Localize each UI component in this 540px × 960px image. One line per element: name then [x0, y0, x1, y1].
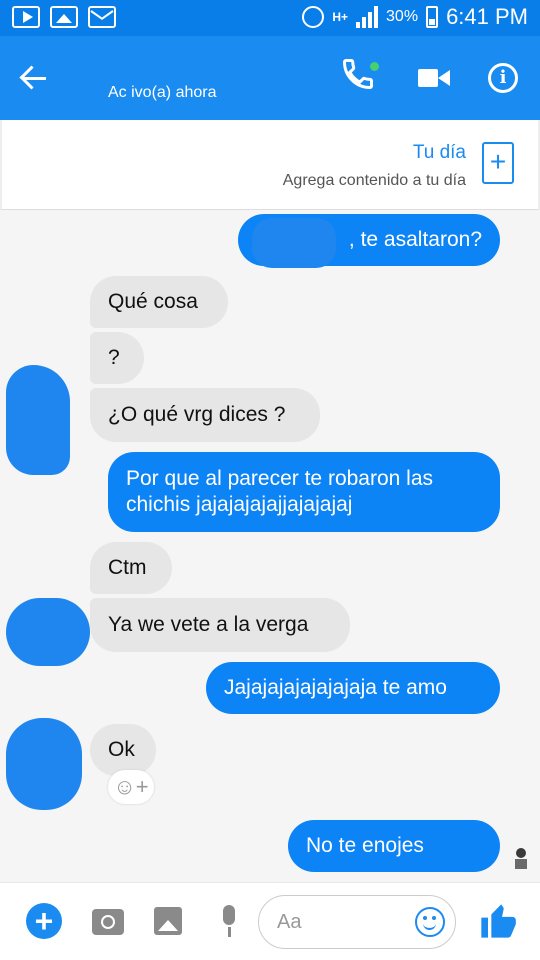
your-day-subtitle: Agrega contenido a tu día	[282, 172, 466, 189]
gallery-notification-icon	[50, 6, 78, 28]
info-icon: i	[488, 63, 518, 93]
back-arrow-icon[interactable]	[18, 60, 54, 96]
online-indicator	[370, 62, 379, 71]
thumbs-up-icon	[481, 904, 516, 938]
message-bubble[interactable]: No te enojes	[288, 820, 500, 872]
battery-percent: 30%	[386, 8, 419, 25]
add-story-button[interactable]: +	[482, 142, 514, 184]
alarm-icon	[302, 6, 325, 28]
avatar-redacted	[6, 365, 70, 475]
your-day-title: Tu día	[412, 142, 466, 163]
message-input-container[interactable]	[258, 895, 456, 949]
clock: 6:41 PM	[446, 4, 528, 29]
message-input[interactable]	[277, 908, 407, 936]
system-icons: H+ 30% 6:41 PM	[302, 4, 528, 30]
add-reaction-button[interactable]: ☺+	[108, 770, 154, 804]
message-bubble[interactable]: ¿O qué vrg dices ?	[90, 388, 320, 442]
message-composer: +	[0, 882, 540, 960]
video-camera-icon	[418, 69, 438, 87]
battery-icon	[426, 6, 439, 28]
gallery-icon[interactable]	[154, 907, 182, 935]
seen-avatar	[512, 846, 530, 870]
message-bubble[interactable]: Jajajajajajajajaja te amo	[206, 662, 500, 714]
message-bubble[interactable]: ?	[90, 332, 144, 384]
avatar-redacted	[6, 718, 82, 810]
active-status: Ac ivo(a) ahora	[108, 84, 217, 101]
avatar-redacted	[6, 598, 90, 666]
like-button[interactable]	[478, 899, 518, 943]
message-bubble[interactable]: Ok	[90, 724, 156, 776]
video-call-button[interactable]	[412, 56, 456, 100]
chat-header: Ac ivo(a) ahora i	[0, 36, 540, 136]
notification-icons	[12, 6, 116, 28]
message-bubble[interactable]: Ya we vete a la verga	[90, 598, 350, 652]
network-type: H+	[332, 10, 349, 24]
youtube-notification-icon	[12, 6, 40, 28]
more-options-button[interactable]: +	[26, 903, 62, 939]
emoji-icon[interactable]	[415, 907, 445, 937]
call-button[interactable]	[340, 56, 384, 100]
microphone-icon[interactable]	[220, 905, 238, 939]
redaction-scribble	[252, 218, 336, 268]
your-day-banner[interactable]: Tu día Agrega contenido a tu día +	[0, 120, 540, 210]
camera-icon[interactable]	[92, 909, 124, 935]
info-button[interactable]: i	[482, 56, 526, 100]
mail-notification-icon	[88, 6, 116, 28]
message-bubble[interactable]: Por que al parecer te robaron las chichi…	[108, 452, 500, 532]
signal-icon	[356, 6, 379, 28]
message-bubble[interactable]: Ctm	[90, 542, 172, 594]
message-bubble[interactable]: Qué cosa	[90, 276, 228, 328]
phone-icon	[342, 59, 373, 90]
status-bar: H+ 30% 6:41 PM	[0, 0, 540, 36]
